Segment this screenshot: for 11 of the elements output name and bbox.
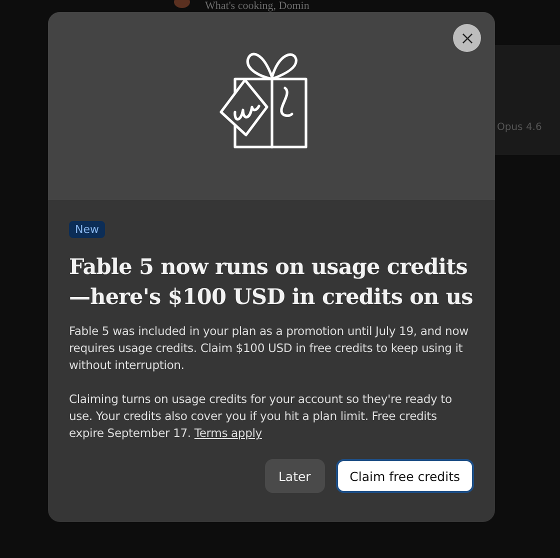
greeting-heading: What's cooking, Domin [205, 0, 310, 12]
close-button[interactable] [453, 24, 481, 52]
later-button[interactable]: Later [264, 459, 325, 493]
dialog-text: Fable 5 was included in your plan as a promotion until July 19, and now requires usage credits. Claim $100 USD in free credits to keep using it without interruption. [69, 323, 470, 374]
model-label: Opus 4.6 [497, 122, 542, 133]
dialog-title: Fable 5 now runs on usage credits —here's $100 USD in credits on us [69, 254, 474, 312]
close-icon [462, 32, 472, 44]
new-badge: New [69, 221, 105, 238]
terms-link[interactable]: Terms apply [194, 426, 262, 440]
claim-button[interactable]: Claim free credits [336, 459, 474, 493]
dialog-text: Claiming turns on usage credits for your account so they're ready to use. Your credits also cover you if you hit a plan limit. Free credits expire September 17. Terms apply [69, 391, 453, 442]
